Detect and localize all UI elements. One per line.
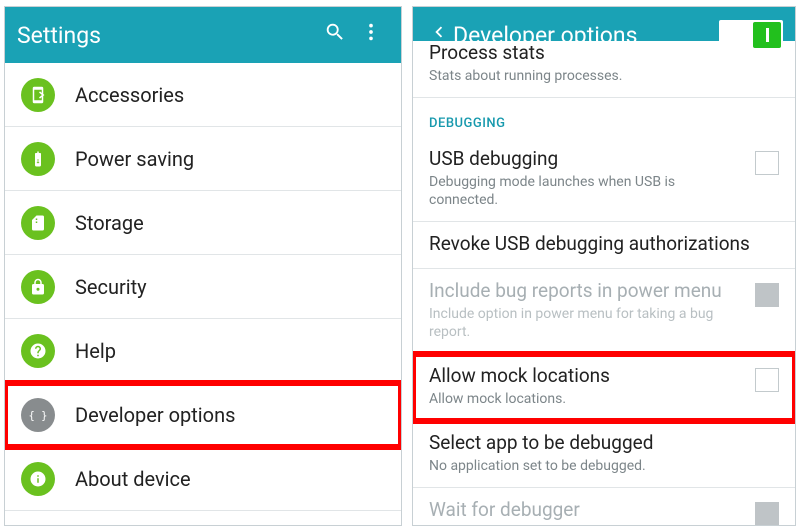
settings-list[interactable]: Accessories Power saving Storage Securit… xyxy=(5,63,401,526)
svg-text:{ }: { } xyxy=(29,409,47,421)
setting-subtitle: Debugging mode launches when USB is conn… xyxy=(429,173,743,209)
setting-select-app-to-debug[interactable]: Select app to be debugged No application… xyxy=(413,421,795,488)
setting-title: USB debugging xyxy=(429,147,743,171)
settings-item-label: Developer options xyxy=(75,403,235,427)
developer-options-icon: { } xyxy=(21,398,55,432)
checkbox xyxy=(755,283,779,307)
checkbox[interactable] xyxy=(755,368,779,392)
checkbox[interactable] xyxy=(755,151,779,175)
setting-allow-mock-locations[interactable]: Allow mock locations Allow mock location… xyxy=(413,354,795,421)
setting-subtitle: No application set to be debugged. xyxy=(429,457,779,475)
settings-item-label: Help xyxy=(75,339,116,363)
setting-revoke-usb-debugging[interactable]: Revoke USB debugging authorizations xyxy=(413,222,795,269)
setting-title: Include bug reports in power menu xyxy=(429,279,743,303)
more-vert-icon xyxy=(360,21,382,49)
setting-title: Allow mock locations xyxy=(429,364,743,388)
help-icon xyxy=(21,334,55,368)
about-device-icon xyxy=(21,462,55,496)
settings-item-power-saving[interactable]: Power saving xyxy=(5,127,401,191)
developer-options-list[interactable]: Process stats Stats about running proces… xyxy=(413,41,795,526)
setting-title: Select app to be debugged xyxy=(429,431,779,455)
setting-include-bug-reports: Include bug reports in power menu Includ… xyxy=(413,269,795,354)
storage-icon xyxy=(21,206,55,240)
search-button[interactable] xyxy=(317,17,353,53)
checkbox xyxy=(755,502,779,526)
setting-subtitle: Include option in power menu for taking … xyxy=(429,305,743,341)
toggle-knob xyxy=(753,22,781,48)
settings-item-label: Security xyxy=(75,275,147,299)
accessories-icon xyxy=(21,78,55,112)
settings-item-storage[interactable]: Storage xyxy=(5,191,401,255)
power-saving-icon xyxy=(21,142,55,176)
developer-options-screen: Developer options Process stats Stats ab… xyxy=(412,6,796,526)
setting-usb-debugging[interactable]: USB debugging Debugging mode launches wh… xyxy=(413,137,795,222)
overflow-menu-button[interactable] xyxy=(353,17,389,53)
setting-subtitle: Allow mock locations. xyxy=(429,390,743,408)
setting-subtitle: The application you have selected will o… xyxy=(429,524,743,526)
settings-item-about-device[interactable]: About device xyxy=(5,447,401,511)
section-header-applications: APPLICATIONS xyxy=(5,511,401,526)
settings-screen: Settings Accessories xyxy=(4,6,402,526)
settings-titlebar: Settings xyxy=(5,7,401,63)
developer-options-master-toggle[interactable] xyxy=(719,20,783,50)
setting-title: Revoke USB debugging authorizations xyxy=(429,232,779,256)
settings-item-help[interactable]: Help xyxy=(5,319,401,383)
settings-item-label: Power saving xyxy=(75,147,194,171)
settings-item-label: Accessories xyxy=(75,83,184,107)
settings-item-developer-options[interactable]: { } Developer options xyxy=(5,383,401,447)
settings-item-accessories[interactable]: Accessories xyxy=(5,63,401,127)
settings-title: Settings xyxy=(17,22,317,49)
setting-wait-for-debugger: Wait for debugger The application you ha… xyxy=(413,488,795,526)
settings-item-label: About device xyxy=(75,467,191,491)
settings-item-label: Storage xyxy=(75,211,144,235)
settings-item-security[interactable]: Security xyxy=(5,255,401,319)
section-header-debugging: DEBUGGING xyxy=(413,98,795,137)
setting-title: Wait for debugger xyxy=(429,498,743,522)
search-icon xyxy=(324,21,346,49)
security-icon xyxy=(21,270,55,304)
setting-subtitle: Stats about running processes. xyxy=(429,67,779,85)
